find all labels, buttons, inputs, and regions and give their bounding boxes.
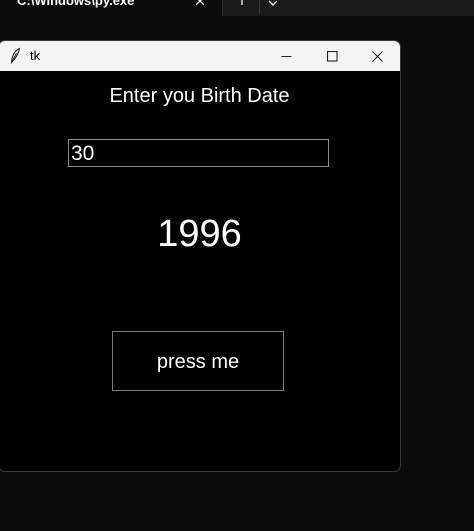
close-icon bbox=[372, 51, 383, 62]
birth-date-prompt-label: Enter you Birth Date bbox=[109, 85, 290, 107]
window-titlebar[interactable]: tk bbox=[0, 41, 400, 71]
close-icon[interactable] bbox=[193, 0, 209, 12]
feather-icon bbox=[9, 47, 23, 64]
close-button[interactable] bbox=[354, 41, 400, 71]
tab-divider bbox=[259, 0, 260, 14]
result-year-label: 1996 bbox=[157, 213, 242, 255]
window-title: tk bbox=[30, 48, 41, 63]
birth-date-entry[interactable]: 30 bbox=[68, 139, 329, 167]
minimize-button[interactable] bbox=[263, 41, 309, 71]
tk-window: tk Enter you Birth Date 30 1996 press me bbox=[0, 40, 401, 472]
minimize-icon bbox=[281, 55, 292, 58]
plus-icon[interactable] bbox=[232, 0, 252, 12]
maximize-button[interactable] bbox=[309, 41, 355, 71]
chevron-down-icon[interactable] bbox=[265, 0, 281, 12]
maximize-icon bbox=[327, 51, 338, 62]
terminal-tab-strip: C:\Windows\py.exe bbox=[0, 0, 474, 16]
terminal-tab-title: C:\Windows\py.exe bbox=[17, 0, 135, 8]
terminal-tab[interactable]: C:\Windows\py.exe bbox=[0, 0, 223, 16]
press-me-button[interactable]: press me bbox=[112, 331, 284, 391]
